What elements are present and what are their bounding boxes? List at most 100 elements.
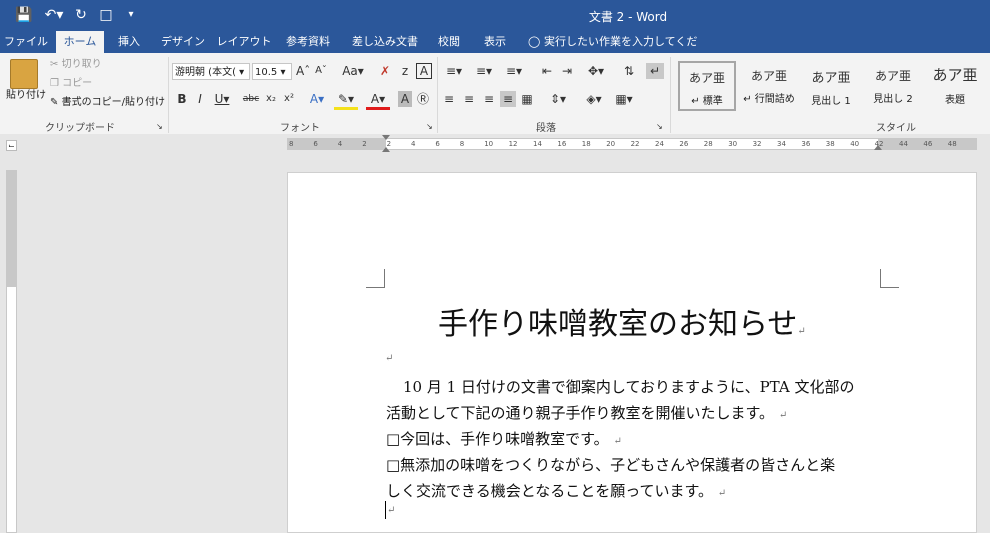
crop-mark — [880, 269, 899, 288]
ruler-tick-label: 8 — [289, 140, 294, 148]
bold-icon[interactable]: B — [176, 91, 188, 107]
body-line[interactable]: 10 月 1 日付けの文書で御案内しておりますように、PTA 文化部の — [403, 376, 854, 397]
style-heading-2[interactable]: あア亜 見出し 2 — [864, 61, 922, 111]
ruler-ticks: 8 6 4 2 2 4 6 8 10 12 14 16 18 20 22 24 26 28 30 32 34 36 38 40… — [288, 139, 976, 149]
phonetic-guide-icon[interactable]: z — [398, 63, 412, 79]
ruler-tick-label: 46 — [923, 140, 933, 148]
shrink-font-icon[interactable]: Aˇ — [314, 63, 328, 79]
style-heading-1[interactable]: あア亜 見出し 1 — [802, 61, 860, 111]
shading-icon[interactable]: ◈▾ — [582, 91, 606, 107]
align-center-icon[interactable]: ≡ — [462, 91, 476, 107]
tell-me-input[interactable]: 実行したい作業を入力してください... — [544, 31, 704, 70]
body-line[interactable]: □無添加の味噌をつくりながら、子どもさんや保護者の皆さんと楽 — [386, 454, 835, 475]
ruler-top-margin — [7, 171, 16, 287]
dialog-launcher-icon[interactable]: ↘ — [156, 119, 163, 135]
paste-button[interactable]: 貼り付け — [6, 89, 46, 103]
format-painter-button[interactable]: ✎ 書式のコピー/貼り付け — [50, 96, 165, 110]
ruler-tick-label: 40 — [850, 140, 860, 148]
font-size-combo[interactable]: 10.5 ▾ — [252, 63, 292, 80]
italic-icon[interactable]: I — [194, 91, 206, 107]
ruler-tick-label: 44 — [899, 140, 908, 148]
strikethrough-icon[interactable]: abc — [242, 91, 260, 107]
body-line[interactable]: 活動として下記の通り親子手作り教室を開催いたします。 ↵ — [386, 402, 787, 423]
clear-format-icon[interactable]: ✗ — [378, 63, 392, 79]
line-spacing-icon[interactable]: ⇕▾ — [546, 91, 570, 107]
tab-mailings[interactable]: 差し込み文書 — [348, 31, 422, 53]
show-marks-icon[interactable]: ↵ — [646, 63, 664, 79]
underline-icon[interactable]: U▾ — [212, 91, 232, 107]
title-bar: 💾 ↶▾ ↻ □ ▾ 文書 2 - Word — [0, 0, 990, 31]
superscript-icon[interactable]: x² — [282, 91, 296, 107]
font-name-combo[interactable]: 游明朝 (本文( ▾ — [172, 63, 250, 80]
subscript-icon[interactable]: x₂ — [264, 91, 278, 107]
empty-paragraph[interactable]: ↵ — [385, 353, 393, 364]
tab-home[interactable]: ホーム — [56, 31, 104, 53]
right-indent-marker[interactable] — [874, 145, 882, 150]
ruler-tick-label: 38 — [825, 140, 835, 148]
copy-button[interactable]: ❐ コピー — [50, 77, 92, 91]
tab-selector-icon[interactable]: ⌙ — [6, 140, 17, 151]
font-color-icon[interactable]: A▾ — [366, 91, 390, 110]
empty-paragraph[interactable]: ↵ — [387, 505, 395, 516]
tab-insert[interactable]: 挿入 — [110, 31, 148, 53]
cut-button[interactable]: ✂ 切り取り — [50, 58, 102, 72]
char-shading-icon[interactable]: A — [398, 91, 412, 107]
document-page[interactable]: 手作り味噌教室のお知らせ↵ ↵ 10 月 1 日付けの文書で御案内しておりますよ… — [287, 172, 977, 533]
ruler-tick-label: 30 — [728, 140, 738, 148]
style-no-spacing[interactable]: あア亜 ↵ 行間詰め — [740, 61, 798, 111]
dialog-launcher-icon[interactable]: ↘ — [656, 119, 663, 135]
body-line[interactable]: □今回は、手作り味噌教室です。 ↵ — [386, 428, 622, 449]
char-border-icon[interactable]: A — [416, 63, 432, 79]
sort-icon[interactable]: ⇅ — [620, 63, 638, 79]
document-title[interactable]: 手作り味噌教室のお知らせ↵ — [438, 299, 806, 343]
borders-icon[interactable]: ▦▾ — [612, 91, 636, 107]
bullets-icon[interactable]: ≡▾ — [442, 63, 466, 79]
ruler-tick-label: 2 — [362, 140, 367, 148]
ribbon-home: 貼り付け ✂ 切り取り ❐ コピー ✎ 書式のコピー/貼り付け クリップボード … — [0, 53, 990, 135]
body-line[interactable]: しく交流できる機会となることを願っています。 ↵ — [386, 480, 726, 501]
change-case-icon[interactable]: Aa▾ — [340, 63, 366, 79]
ruler-tick-label: 20 — [606, 140, 616, 148]
align-right-icon[interactable]: ≡ — [482, 91, 496, 107]
ruler-tick-label: 4 — [337, 140, 343, 148]
tab-file[interactable]: ファイル — [4, 31, 48, 53]
ruler-tick-label: 26 — [679, 140, 689, 148]
tab-design[interactable]: デザイン — [158, 31, 208, 53]
highlight-icon[interactable]: ✎▾ — [334, 91, 358, 110]
style-normal[interactable]: あア亜 ↵ 標準 — [678, 61, 736, 111]
ruler-tick-label: 16 — [557, 140, 567, 148]
asian-layout-icon[interactable]: ✥▾ — [584, 63, 608, 79]
grow-font-icon[interactable]: Aˆ — [296, 63, 310, 79]
paste-icon[interactable] — [10, 59, 38, 89]
ruler-tick-label: 6 — [313, 140, 318, 148]
tab-references[interactable]: 参考資料 — [280, 31, 336, 53]
first-line-indent-marker[interactable] — [382, 135, 390, 140]
tab-review[interactable]: 校閲 — [432, 31, 466, 53]
tab-view[interactable]: 表示 — [478, 31, 512, 53]
text-effects-icon[interactable]: A▾ — [306, 91, 328, 107]
hanging-indent-marker[interactable] — [382, 147, 390, 152]
style-title[interactable]: あア亜 表題 — [926, 61, 984, 111]
numbering-icon[interactable]: ≡▾ — [472, 63, 496, 79]
tab-layout[interactable]: レイアウト — [216, 31, 272, 53]
group-separator — [437, 57, 438, 133]
ruler-tick-label: 34 — [777, 140, 786, 148]
ruler-tick-label: 28 — [703, 140, 713, 148]
enclose-char-icon[interactable]: Ⓡ — [416, 91, 430, 107]
ruler-tick-label: 8 — [459, 140, 465, 148]
align-left-icon[interactable]: ≡ — [442, 91, 456, 107]
increase-indent-icon[interactable]: ⇥ — [558, 63, 576, 79]
vertical-ruler[interactable] — [6, 170, 17, 533]
dialog-launcher-icon[interactable]: ↘ — [426, 119, 433, 135]
ruler-tick-label: 18 — [581, 140, 591, 148]
distribute-icon[interactable]: ▦ — [520, 91, 534, 107]
ruler-tick-label: 32 — [752, 140, 762, 148]
horizontal-ruler[interactable]: 8 6 4 2 2 4 6 8 10 12 14 16 18 20 22 24 26 28 30 32 34 36 38 40… — [287, 135, 977, 152]
justify-icon[interactable]: ≡ — [500, 91, 516, 107]
paragraph-group-label: 段落 — [536, 123, 556, 134]
ruler-tick-label: 10 — [484, 140, 494, 148]
multilevel-list-icon[interactable]: ≡▾ — [502, 63, 526, 79]
scissors-icon: ✂ — [50, 59, 59, 70]
ruler-tick-label: 22 — [630, 140, 640, 148]
decrease-indent-icon[interactable]: ⇤ — [538, 63, 556, 79]
